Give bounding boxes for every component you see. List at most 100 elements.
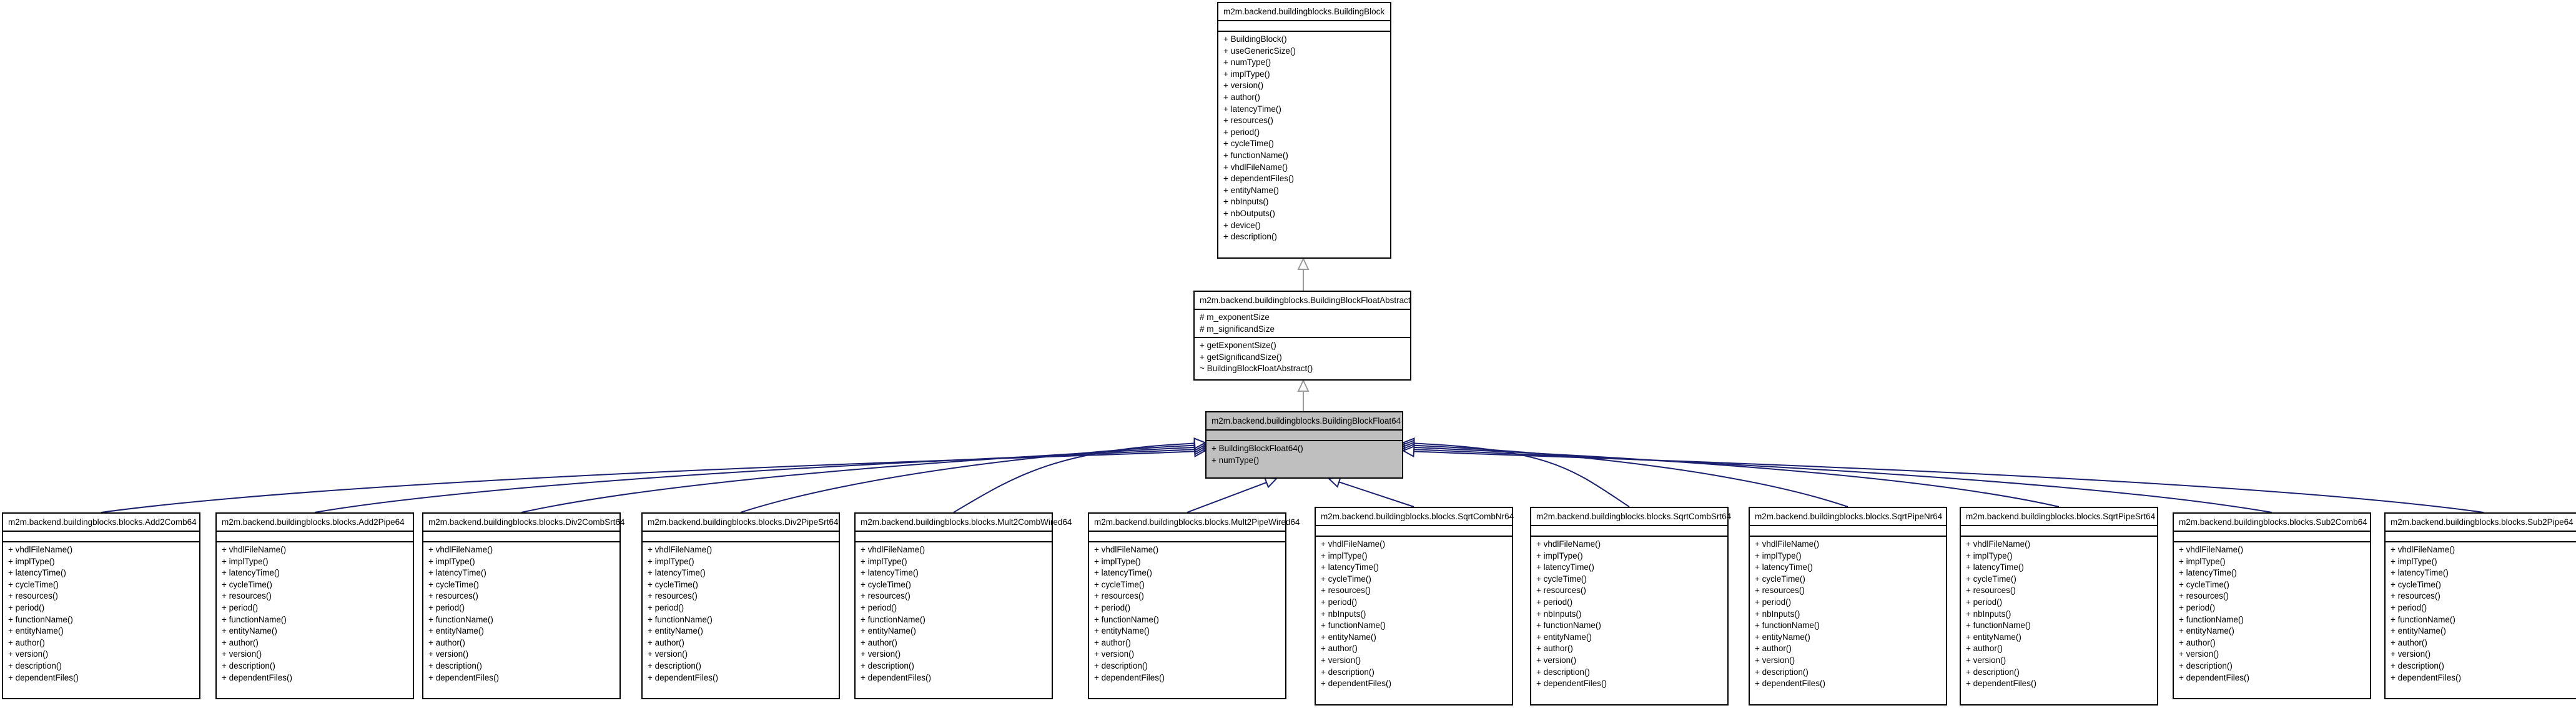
class-name: m2m.backend.buildingblocks.blocks.SqrtCo… bbox=[1531, 508, 1731, 526]
attribute-section bbox=[1207, 431, 1402, 441]
generalization-arrowhead bbox=[1297, 379, 1310, 392]
method: + period() bbox=[2179, 602, 2216, 612]
method: + implType() bbox=[2179, 556, 2226, 566]
method: + functionName() bbox=[428, 614, 493, 624]
method: + functionName() bbox=[1094, 614, 1159, 624]
method: + implType() bbox=[1321, 551, 1368, 561]
method: + entityName() bbox=[861, 626, 916, 636]
generalization-arrowhead bbox=[1297, 257, 1310, 270]
attribute-section bbox=[1218, 21, 1390, 32]
method-section: + vhdlFileName() + implType() + latencyTim… bbox=[2386, 542, 2576, 686]
class-building-block-float64[interactable]: m2m.backend.buildingblocks.BuildingBlock… bbox=[1205, 411, 1403, 479]
class-mult2-pipe-wired64[interactable]: m2m.backend.buildingblocks.blocks.Mult2P… bbox=[1088, 512, 1300, 699]
method: + version() bbox=[1536, 655, 1577, 665]
class-sub2-pipe64[interactable]: m2m.backend.buildingblocks.blocks.Sub2Pi… bbox=[2384, 512, 2576, 699]
method: + resources() bbox=[1966, 586, 2016, 596]
class-name: m2m.backend.buildingblocks.blocks.SqrtCo… bbox=[1316, 508, 1514, 526]
generalization-edge bbox=[740, 444, 1195, 513]
method: + vhdlFileName() bbox=[1094, 545, 1159, 554]
method: + entityName() bbox=[222, 626, 277, 636]
method: + resources() bbox=[861, 591, 910, 601]
class-diagram: m2m.backend.buildingblocks.BuildingBlock… bbox=[0, 0, 2576, 708]
method: + entityName() bbox=[1755, 632, 1810, 642]
method: + functionName() bbox=[8, 614, 73, 624]
method: + cycleTime() bbox=[1966, 574, 2016, 584]
method: + getSignificandSize() bbox=[1200, 352, 1282, 362]
method: + description() bbox=[1536, 667, 1590, 677]
class-building-block[interactable]: m2m.backend.buildingblocks.BuildingBlock… bbox=[1217, 2, 1391, 259]
class-name: m2m.backend.buildingblocks.blocks.Sub2Pi… bbox=[2386, 514, 2576, 532]
class-name: m2m.backend.buildingblocks.blocks.Div2Pi… bbox=[643, 514, 839, 532]
class-add2-pipe64[interactable]: m2m.backend.buildingblocks.blocks.Add2Pi… bbox=[215, 512, 414, 699]
method: + author() bbox=[2179, 637, 2216, 647]
method: + implType() bbox=[1536, 551, 1583, 561]
method: + entityName() bbox=[8, 626, 64, 636]
method: + device() bbox=[1223, 220, 1261, 230]
attribute-section bbox=[643, 532, 839, 542]
method-section: + vhdlFileName() + implType() + latencyTim… bbox=[423, 542, 619, 686]
method: + functionName() bbox=[222, 614, 287, 624]
class-div2-comb-srt64[interactable]: m2m.backend.buildingblocks.blocks.Div2Co… bbox=[422, 512, 624, 699]
method-section: + vhdlFileName() + implType() + latencyTim… bbox=[1089, 542, 1285, 686]
method: + version() bbox=[8, 649, 49, 659]
method: + dependentFiles() bbox=[861, 672, 931, 682]
method: + description() bbox=[648, 661, 701, 671]
method: + dependentFiles() bbox=[1966, 679, 2036, 689]
method: + cycleTime() bbox=[1536, 574, 1587, 584]
class-name: m2m.backend.buildingblocks.blocks.SqrtPi… bbox=[1750, 508, 1946, 526]
method: + latencyTime() bbox=[1223, 104, 1281, 114]
method-section: + vhdlFileName() + implType() + latencyTim… bbox=[1316, 537, 1512, 692]
method-section: + BuildingBlock() + useGenericSize() + num… bbox=[1218, 32, 1390, 245]
class-div2-pipe-srt64[interactable]: m2m.backend.buildingblocks.blocks.Div2Pi… bbox=[641, 512, 840, 699]
method: + implType() bbox=[1755, 551, 1802, 561]
method: + BuildingBlock() bbox=[1223, 34, 1287, 44]
attribute-section bbox=[1531, 526, 1727, 537]
method: + vhdlFileName() bbox=[428, 545, 493, 554]
method-section: + BuildingBlockFloat64() + numType() bbox=[1207, 441, 1402, 468]
method: + entityName() bbox=[648, 626, 703, 636]
method: + latencyTime() bbox=[1321, 562, 1379, 572]
attribute-section bbox=[1316, 526, 1512, 537]
class-name: m2m.backend.buildingblocks.blocks.Mult2P… bbox=[1089, 514, 1300, 532]
method: + period() bbox=[1321, 597, 1358, 607]
method: + vhdlFileName() bbox=[1966, 539, 2031, 549]
method: + dependentFiles() bbox=[2391, 672, 2461, 682]
class-sub2-comb64[interactable]: m2m.backend.buildingblocks.blocks.Sub2Co… bbox=[2173, 512, 2371, 699]
method: + cycleTime() bbox=[1755, 574, 1805, 584]
class-building-block-float-abstract[interactable]: m2m.backend.buildingblocks.BuildingBlock… bbox=[1193, 291, 1411, 381]
method: + author() bbox=[8, 637, 45, 647]
class-sqrt-comb-srt64[interactable]: m2m.backend.buildingblocks.blocks.SqrtCo… bbox=[1530, 507, 1731, 706]
method: + implType() bbox=[1094, 556, 1141, 566]
method: + author() bbox=[1223, 92, 1260, 102]
generalization-edge bbox=[314, 449, 1195, 513]
attribute-section bbox=[423, 532, 619, 542]
method: + entityName() bbox=[1321, 632, 1376, 642]
method: + functionName() bbox=[1536, 621, 1601, 631]
method: + resources() bbox=[648, 591, 698, 601]
class-add2-comb64[interactable]: m2m.backend.buildingblocks.blocks.Add2Co… bbox=[2, 512, 200, 699]
class-sqrt-pipe-srt64[interactable]: m2m.backend.buildingblocks.blocks.SqrtPi… bbox=[1960, 507, 2158, 706]
method: + useGenericSize() bbox=[1223, 46, 1296, 56]
method: + version() bbox=[428, 649, 469, 659]
class-sqrt-comb-nr64[interactable]: m2m.backend.buildingblocks.blocks.SqrtCo… bbox=[1315, 507, 1514, 706]
attribute-section bbox=[856, 532, 1052, 542]
method: + nbInputs() bbox=[1966, 609, 2011, 619]
method: + BuildingBlockFloat64() bbox=[1212, 444, 1303, 453]
method: + description() bbox=[1755, 667, 1809, 677]
method: + latencyTime() bbox=[861, 568, 919, 578]
method: + entityName() bbox=[428, 626, 484, 636]
method: + getExponentSize() bbox=[1200, 341, 1276, 351]
method: + entityName() bbox=[1223, 185, 1279, 195]
method: + resources() bbox=[222, 591, 272, 601]
class-mult2-comb-wired64[interactable]: m2m.backend.buildingblocks.blocks.Mult2C… bbox=[854, 512, 1072, 699]
method: + nbInputs() bbox=[1755, 609, 1800, 619]
method: + resources() bbox=[2179, 591, 2229, 601]
method: + resources() bbox=[1321, 586, 1371, 596]
generalization-edge bbox=[1413, 451, 2484, 513]
method: + vhdlFileName() bbox=[222, 545, 287, 554]
class-sqrt-pipe-nr64[interactable]: m2m.backend.buildingblocks.blocks.SqrtPi… bbox=[1749, 507, 1947, 706]
method: + dependentFiles() bbox=[1536, 679, 1607, 689]
method: + description() bbox=[428, 661, 482, 671]
method: + dependentFiles() bbox=[222, 672, 292, 682]
generalization-edge bbox=[1413, 449, 2273, 513]
